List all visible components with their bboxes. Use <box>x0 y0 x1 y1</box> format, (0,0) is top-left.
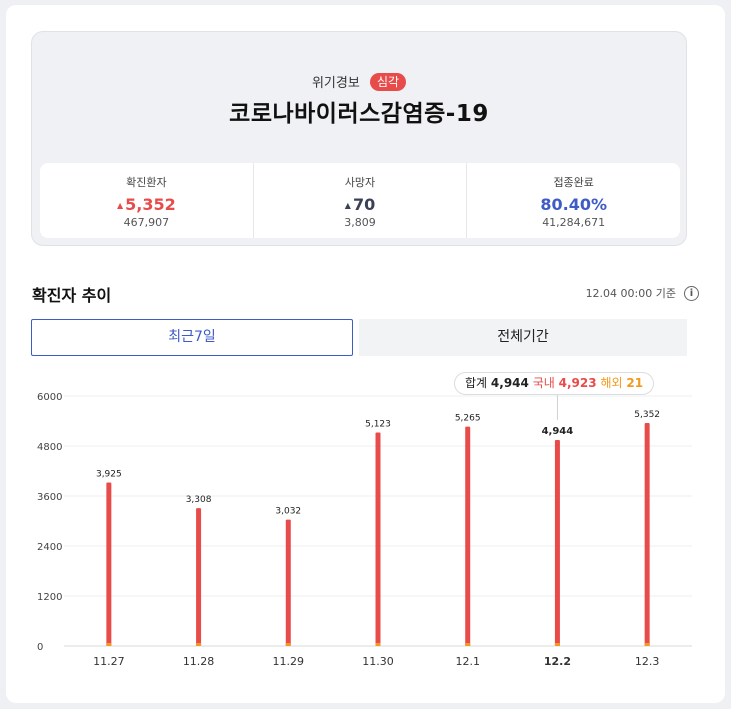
up-triangle-icon: ▲ <box>116 201 124 210</box>
disease-title: 코로나바이러스감염증-19 <box>229 101 489 127</box>
bar-value-label: 5,123 <box>365 420 391 430</box>
y-tick-label: 4800 <box>37 442 62 453</box>
bar-value-label: 5,352 <box>634 410 660 420</box>
bar-base-marker <box>285 643 291 646</box>
x-tick-label: 11.29 <box>273 655 305 668</box>
tab-all-period[interactable]: 전체기간 <box>359 319 687 356</box>
x-tick-label: 11.27 <box>93 655 125 668</box>
bar-value-label: 3,032 <box>275 507 301 517</box>
bar <box>106 482 112 646</box>
bar-base-marker <box>106 643 112 646</box>
stat-confirmed-label: 확진환자 <box>126 176 167 189</box>
stat-deaths-total: 3,809 <box>344 216 376 229</box>
confirmed-trend-chart: 0 1200 2400 3600 4800 6000 3,925 11.27 3,308 11.2… <box>37 392 692 668</box>
bar-value-label: 3,925 <box>96 469 122 479</box>
x-tick-label: 12.2 <box>544 655 571 668</box>
bar-base-marker <box>196 643 202 646</box>
y-tick-label: 0 <box>37 642 43 653</box>
bar <box>465 426 471 646</box>
data-basis-time: 12.04 00:00 기준 i <box>586 285 699 301</box>
x-tick-label: 12.3 <box>635 655 660 668</box>
bar-base-marker <box>375 643 381 646</box>
alert-level-badge: 심각 <box>369 72 407 91</box>
bar-base-marker <box>465 643 471 646</box>
stat-deaths-value: ▲ 70 <box>344 195 376 214</box>
stats-bar: 확진환자 ▲ 5,352 467,907 사망자 ▲ 70 3,809 접종완료 8… <box>40 163 680 238</box>
bar-value-label: 4,944 <box>542 426 574 437</box>
alert-level-row: 위기경보 심각 <box>32 72 686 91</box>
basis-text: 12.04 00:00 기준 <box>585 287 676 300</box>
bar <box>285 519 291 646</box>
stat-vaccinated-total: 41,284,671 <box>542 216 606 229</box>
bar-value-label: 3,308 <box>186 495 212 505</box>
x-tick-label: 11.30 <box>362 655 394 668</box>
y-tick-label: 6000 <box>37 392 62 403</box>
y-tick-label: 3600 <box>37 492 62 503</box>
bar <box>554 440 560 646</box>
info-icon[interactable]: i <box>684 285 699 301</box>
stat-vaccinated[interactable]: 접종완료 80.40% 41,284,671 <box>466 163 680 238</box>
bar <box>196 508 202 646</box>
x-tick-label: 11.28 <box>183 655 215 668</box>
up-triangle-icon: ▲ <box>344 201 351 210</box>
bar-base-marker <box>554 643 560 646</box>
selected-day-tooltip: 합계 4,944 국내 4,923 해외 21 <box>454 372 655 395</box>
covid-summary-panel: 위기경보 심각 코로나바이러스감염증-19 확진환자 ▲ 5,352 467,90… <box>31 31 687 246</box>
stat-vaccinated-value: 80.40% <box>540 195 607 214</box>
stat-vaccinated-label: 접종완료 <box>553 176 594 189</box>
tab-recent-7-days[interactable]: 최근7일 <box>31 319 353 356</box>
bar <box>644 423 650 646</box>
stat-deaths[interactable]: 사망자 ▲ 70 3,809 <box>252 163 467 238</box>
trend-section-title: 확진자 추이 <box>32 286 112 305</box>
y-tick-label: 1200 <box>37 592 62 603</box>
bar-base-marker <box>644 643 650 646</box>
alert-label: 위기경보 <box>311 76 360 91</box>
stat-confirmed-total: 467,907 <box>123 216 170 229</box>
y-tick-label: 2400 <box>37 542 62 553</box>
bar <box>375 432 381 646</box>
stat-deaths-label: 사망자 <box>344 176 376 189</box>
stat-confirmed[interactable]: 확진환자 ▲ 5,352 467,907 <box>40 163 253 238</box>
x-tick-label: 12.1 <box>455 655 480 668</box>
bar-value-label: 5,265 <box>455 414 481 424</box>
stat-confirmed-value: ▲ 5,352 <box>116 195 176 214</box>
